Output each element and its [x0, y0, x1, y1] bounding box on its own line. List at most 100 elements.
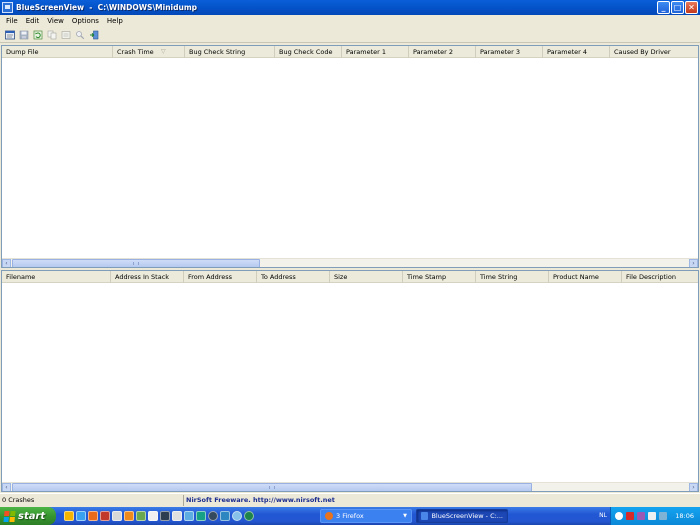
minimize-button[interactable]: _: [657, 1, 670, 14]
system-tray: 18:06: [610, 507, 700, 525]
start-label: start: [18, 510, 46, 522]
pdf-icon[interactable]: [184, 511, 194, 521]
column-address-in-stack[interactable]: Address In Stack: [111, 271, 184, 283]
start-button[interactable]: start: [0, 507, 56, 525]
volume-icon[interactable]: [648, 512, 656, 520]
file-icon[interactable]: [172, 511, 182, 521]
column-from-address[interactable]: From Address: [184, 271, 257, 283]
find-icon: [76, 31, 85, 40]
column-parameter-3[interactable]: Parameter 3: [476, 46, 543, 58]
outlook-icon[interactable]: [64, 511, 74, 521]
toolbar: [0, 28, 700, 43]
chevron-down-icon: ▼: [403, 513, 407, 519]
driver-list[interactable]: Filename Address In Stack From Address T…: [1, 270, 699, 492]
html-report-icon: [5, 30, 15, 40]
column-dump-file[interactable]: Dump File: [2, 46, 113, 58]
menu-help[interactable]: Help: [103, 17, 127, 25]
wordpress-icon[interactable]: [244, 511, 254, 521]
column-file-description[interactable]: File Description: [622, 271, 698, 283]
copy-button[interactable]: [46, 29, 58, 41]
crash-list-hscrollbar[interactable]: ‹ ›: [2, 258, 698, 267]
taskbar-firefox-label: 3 Firefox: [336, 512, 364, 520]
column-crash-time[interactable]: Crash Time ▽: [113, 46, 185, 58]
refresh-button[interactable]: [32, 29, 44, 41]
menu-options[interactable]: Options: [68, 17, 103, 25]
menu-bar: File Edit View Options Help: [0, 15, 700, 27]
printer-icon[interactable]: [112, 511, 122, 521]
status-bar: 0 Crashes NirSoft Freeware. http://www.n…: [0, 493, 700, 506]
media-icon[interactable]: [100, 511, 110, 521]
column-crash-time-label: Crash Time: [117, 48, 154, 56]
column-time-string[interactable]: Time String: [476, 271, 549, 283]
save-icon: [19, 30, 29, 40]
html-report-button[interactable]: [4, 29, 16, 41]
monitor-icon[interactable]: [659, 512, 667, 520]
firefox-icon: [325, 512, 333, 520]
refresh-icon: [33, 30, 43, 40]
antivirus-icon[interactable]: [626, 512, 634, 520]
scroll-right-arrow[interactable]: ›: [689, 259, 698, 267]
quick-launch: [64, 511, 254, 521]
crash-list[interactable]: Dump File Crash Time ▽ Bug Check String …: [1, 45, 699, 268]
exit-button[interactable]: [88, 29, 100, 41]
maximize-button[interactable]: □: [671, 1, 684, 14]
column-filename[interactable]: Filename: [2, 271, 111, 283]
bluescreenview-icon: [421, 512, 429, 520]
terminal-icon[interactable]: [160, 511, 170, 521]
menu-view[interactable]: View: [43, 17, 68, 25]
crash-list-scroll-thumb[interactable]: [12, 259, 260, 267]
driver-list-header: Filename Address In Stack From Address T…: [2, 271, 698, 283]
driver-list-hscrollbar[interactable]: ‹ ›: [2, 482, 698, 491]
column-bug-check-string[interactable]: Bug Check String: [185, 46, 275, 58]
taskbar: start 3 Firefox ▼ BlueScreenView - C:...…: [0, 507, 700, 525]
find-button[interactable]: [74, 29, 86, 41]
network-icon[interactable]: [615, 512, 623, 520]
nirsoft-link[interactable]: NirSoft Freeware. http://www.nirsoft.net: [184, 495, 700, 506]
driver-list-scroll-thumb[interactable]: [12, 483, 532, 491]
chat-icon[interactable]: [232, 511, 242, 521]
window-title: BlueScreenView - C:\WINDOWS\Minidump: [16, 3, 198, 12]
column-size[interactable]: Size: [330, 271, 403, 283]
column-caused-by-driver[interactable]: Caused By Driver: [610, 46, 698, 58]
satellite-icon[interactable]: [196, 511, 206, 521]
firefox-icon[interactable]: [124, 511, 134, 521]
sort-descending-icon: ▽: [161, 48, 166, 55]
close-button[interactable]: ✕: [685, 1, 698, 14]
column-parameter-4[interactable]: Parameter 4: [543, 46, 610, 58]
column-parameter-1[interactable]: Parameter 1: [342, 46, 409, 58]
column-parameter-2[interactable]: Parameter 2: [409, 46, 476, 58]
camera-icon[interactable]: [208, 511, 218, 521]
app-icon: [2, 2, 13, 13]
taskbar-bluescreenview[interactable]: BlueScreenView - C:...: [416, 509, 508, 523]
scroll-right-arrow[interactable]: ›: [689, 483, 698, 491]
windows-flag-icon: [3, 510, 16, 522]
properties-button[interactable]: [60, 29, 72, 41]
internet-explorer-icon[interactable]: [76, 511, 86, 521]
crash-list-header: Dump File Crash Time ▽ Bug Check String …: [2, 46, 698, 58]
column-bug-check-code[interactable]: Bug Check Code: [275, 46, 342, 58]
column-to-address[interactable]: To Address: [257, 271, 330, 283]
column-time-stamp[interactable]: Time Stamp: [403, 271, 476, 283]
messenger-icon[interactable]: [637, 512, 645, 520]
scroll-grip-icon: [133, 262, 139, 265]
window-controls: _ □ ✕: [657, 1, 698, 14]
picture-icon[interactable]: [136, 511, 146, 521]
save-button[interactable]: [18, 29, 30, 41]
exit-icon: [90, 30, 99, 40]
taskbar-firefox-group[interactable]: 3 Firefox ▼: [320, 509, 412, 523]
download-icon[interactable]: [88, 511, 98, 521]
taskbar-bluescreenview-label: BlueScreenView - C:...: [431, 512, 503, 520]
column-product-name[interactable]: Product Name: [549, 271, 622, 283]
menu-file[interactable]: File: [2, 17, 22, 25]
mail-icon[interactable]: [220, 511, 230, 521]
copy-icon: [47, 30, 57, 40]
document-icon[interactable]: [148, 511, 158, 521]
properties-icon: [61, 31, 71, 39]
scroll-grip-icon: [269, 486, 275, 489]
crash-count: 0 Crashes: [0, 494, 184, 506]
title-bar[interactable]: BlueScreenView - C:\WINDOWS\Minidump _ □…: [0, 0, 700, 15]
scroll-left-arrow[interactable]: ‹: [2, 483, 11, 491]
scroll-left-arrow[interactable]: ‹: [2, 259, 11, 267]
language-indicator[interactable]: NL: [599, 512, 607, 519]
menu-edit[interactable]: Edit: [22, 17, 44, 25]
